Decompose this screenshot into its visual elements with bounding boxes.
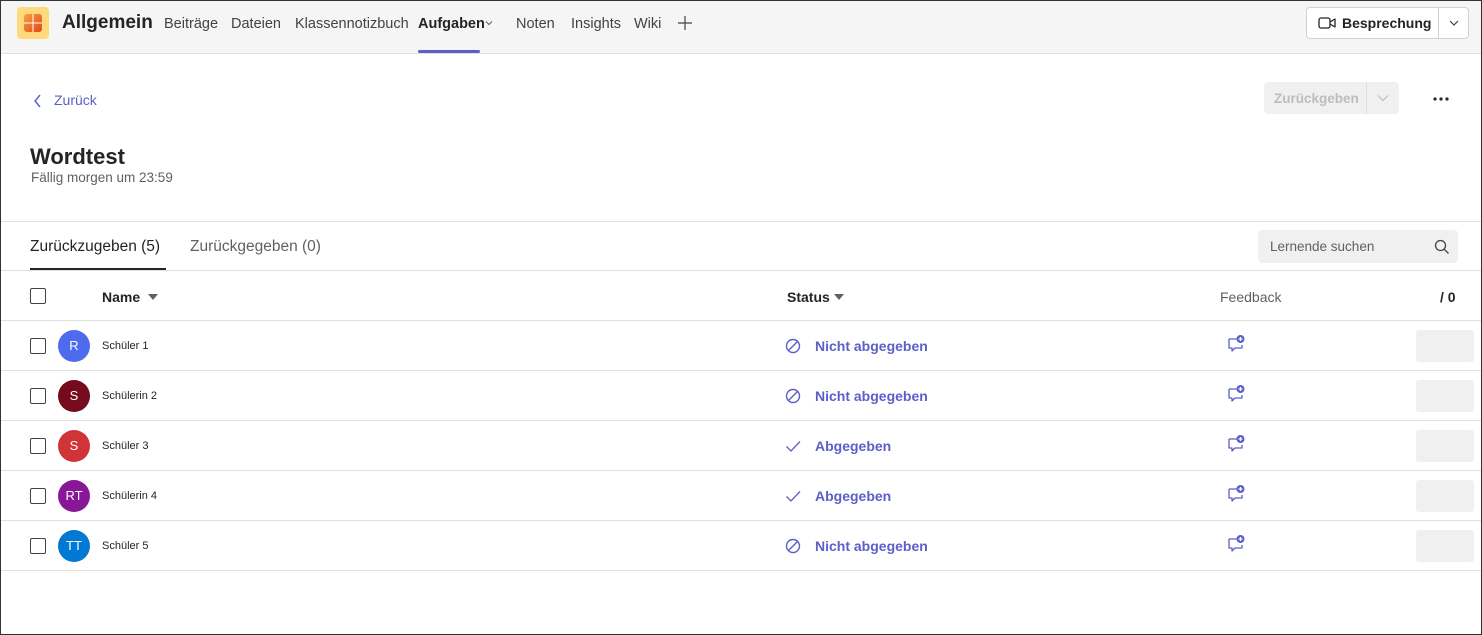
- more-options-icon[interactable]: [1427, 89, 1455, 109]
- status-text[interactable]: Abgegeben: [815, 438, 891, 454]
- student-name[interactable]: Schüler 3: [102, 440, 148, 452]
- column-header-points: / 0: [1440, 289, 1456, 305]
- meeting-button[interactable]: Besprechung: [1307, 8, 1438, 38]
- sort-caret-icon[interactable]: [834, 294, 844, 300]
- row-checkbox[interactable]: [30, 488, 46, 504]
- tab-klassennotizbuch[interactable]: Klassennotizbuch: [295, 16, 409, 32]
- avatar: S: [58, 430, 90, 462]
- checkmark-icon: [785, 488, 801, 509]
- add-feedback-icon[interactable]: [1226, 484, 1246, 504]
- divider: [1, 270, 1481, 271]
- divider: [1, 221, 1481, 222]
- assignment-title: Wordtest: [30, 144, 125, 169]
- sort-caret-icon[interactable]: [148, 294, 158, 300]
- status-text[interactable]: Abgegeben: [815, 488, 891, 504]
- status-text[interactable]: Nicht abgegeben: [815, 538, 928, 554]
- avatar: S: [58, 380, 90, 412]
- divider: [1, 420, 1481, 421]
- status-text[interactable]: Nicht abgegeben: [815, 338, 928, 354]
- divider: [1, 370, 1481, 371]
- add-feedback-icon[interactable]: [1226, 434, 1246, 454]
- points-input[interactable]: [1416, 530, 1474, 562]
- add-feedback-icon[interactable]: [1226, 334, 1246, 354]
- blocked-circle-icon: [785, 538, 801, 559]
- active-tab-indicator: [418, 50, 480, 53]
- tab-dateien[interactable]: Dateien: [231, 16, 281, 32]
- select-all-checkbox[interactable]: [30, 288, 46, 304]
- row-checkbox[interactable]: [30, 388, 46, 404]
- row-checkbox[interactable]: [30, 538, 46, 554]
- column-header-status[interactable]: Status: [787, 289, 830, 305]
- row-checkbox[interactable]: [30, 438, 46, 454]
- divider: [1366, 82, 1367, 114]
- chevron-left-icon: [34, 94, 41, 108]
- add-feedback-icon[interactable]: [1226, 534, 1246, 554]
- tab-aufgaben[interactable]: Aufgaben: [418, 16, 485, 32]
- due-date: Fällig morgen um 23:59: [31, 170, 173, 185]
- tab-noten[interactable]: Noten: [516, 16, 555, 32]
- row-checkbox[interactable]: [30, 338, 46, 354]
- student-name[interactable]: Schüler 1: [102, 340, 148, 352]
- blocked-circle-icon: [785, 338, 801, 359]
- student-name[interactable]: Schüler 5: [102, 540, 148, 552]
- search-icon[interactable]: [1434, 239, 1450, 255]
- divider: [1, 570, 1481, 571]
- chevron-down-icon: [1449, 20, 1459, 26]
- points-input[interactable]: [1416, 480, 1474, 512]
- avatar: R: [58, 330, 90, 362]
- divider: [1, 520, 1481, 521]
- column-header-name[interactable]: Name: [102, 289, 140, 305]
- points-input[interactable]: [1416, 380, 1474, 412]
- chevron-down-icon[interactable]: [485, 19, 493, 27]
- return-button-label: Zurückgeben: [1274, 91, 1359, 106]
- avatar: RT: [58, 480, 90, 512]
- tab-wiki[interactable]: Wiki: [634, 16, 661, 32]
- column-header-feedback: Feedback: [1220, 289, 1282, 305]
- add-feedback-icon[interactable]: [1226, 384, 1246, 404]
- chevron-down-icon[interactable]: [1377, 94, 1389, 102]
- meeting-dropdown-button[interactable]: [1439, 8, 1469, 38]
- return-button-group[interactable]: Zurückgeben: [1264, 82, 1399, 114]
- tab-returned[interactable]: Zurückgegeben (0): [190, 238, 321, 256]
- student-name[interactable]: Schülerin 2: [102, 390, 157, 402]
- meeting-button-group: Besprechung: [1306, 7, 1469, 39]
- tab-beitraege[interactable]: Beiträge: [164, 16, 218, 32]
- divider: [1, 470, 1481, 471]
- student-name[interactable]: Schülerin 4: [102, 490, 157, 502]
- avatar: TT: [58, 530, 90, 562]
- channel-title: Allgemein: [62, 12, 153, 33]
- blocked-circle-icon: [785, 388, 801, 409]
- student-search: [1258, 230, 1458, 263]
- divider: [1, 320, 1481, 321]
- meeting-button-label: Besprechung: [1342, 15, 1432, 31]
- video-camera-icon: [1318, 17, 1336, 29]
- tab-to-return[interactable]: Zurückzugeben (5): [30, 238, 160, 256]
- team-header-bar: Allgemein Beiträge Dateien Klassennotizb…: [1, 1, 1481, 54]
- search-input[interactable]: [1258, 230, 1428, 263]
- checkmark-icon: [785, 438, 801, 459]
- add-tab-icon[interactable]: [676, 14, 694, 32]
- points-input[interactable]: [1416, 330, 1474, 362]
- team-logo-icon[interactable]: [17, 7, 49, 39]
- tab-insights[interactable]: Insights: [571, 16, 621, 32]
- points-input[interactable]: [1416, 430, 1474, 462]
- back-label: Zurück: [54, 92, 97, 108]
- status-text[interactable]: Nicht abgegeben: [815, 388, 928, 404]
